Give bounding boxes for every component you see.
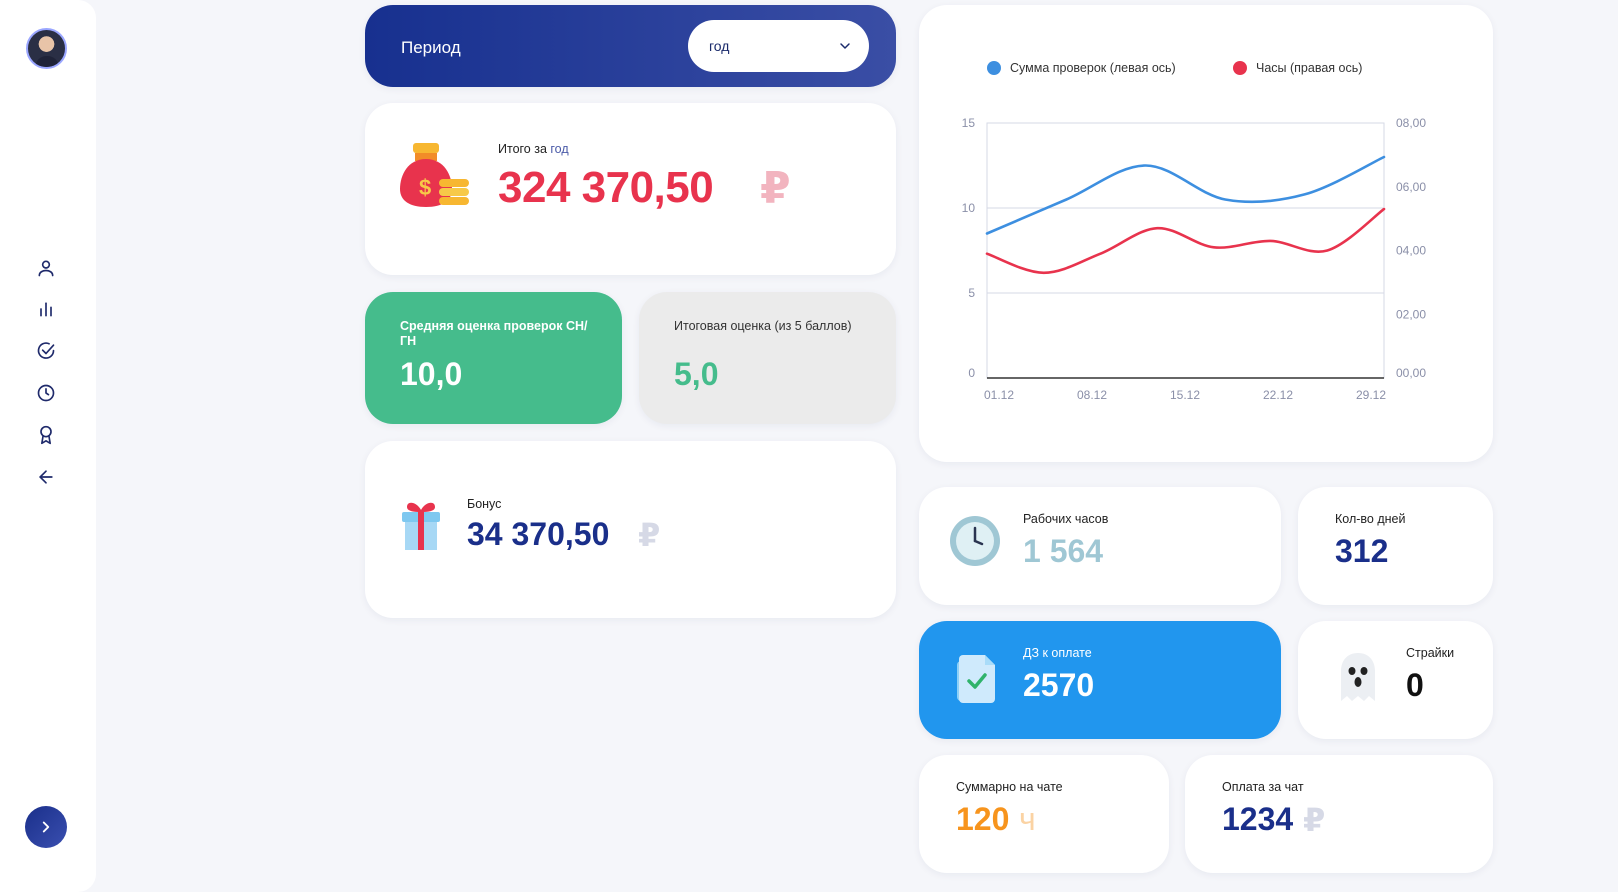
avg-score-card: Средняя оценка проверок СН/ГН 10,0 (365, 292, 622, 424)
ghost-icon (1341, 653, 1375, 701)
document-check-icon (957, 655, 995, 703)
chart-series-checks-line (985, 155, 1386, 235)
chart-right-tick-label: 02,00 (1396, 307, 1426, 321)
bonus-currency: ₽ (638, 517, 661, 553)
chart-x-tick-label: 22.12 (1263, 388, 1293, 402)
chart-series-hours-line (985, 207, 1386, 275)
chevron-down-icon (840, 43, 850, 49)
days-label: Кол-во дней (1335, 512, 1406, 526)
final-score-card: Итоговая оценка (из 5 баллов) 5,0 (639, 292, 896, 424)
total-label-period: год (550, 142, 569, 156)
chevron-right-icon (42, 821, 50, 833)
period-panel: Период год (365, 5, 896, 87)
chart-card: Сумма проверок (левая ось) Часы (правая … (919, 5, 1493, 462)
chart-x-tick-label: 29.12 (1356, 388, 1386, 402)
chat-total-unit: ч (1019, 801, 1036, 837)
chat-total-label: Суммарно на чате (956, 780, 1063, 794)
bonus-value: 34 370,50 (467, 516, 610, 552)
chat-payment-currency: ₽ (1303, 802, 1326, 838)
bonus-label: Бонус (467, 497, 502, 511)
period-select[interactable]: год (688, 20, 869, 72)
homework-payment-label: ДЗ к оплате (1023, 646, 1092, 660)
hours-card: Рабочих часов 1 564 (919, 487, 1281, 605)
strikes-card: Страйки 0 (1298, 621, 1493, 739)
chart-right-tick-label: 00,00 (1396, 366, 1426, 380)
bar-chart-icon[interactable] (34, 297, 58, 321)
award-icon[interactable] (34, 423, 58, 447)
hours-label: Рабочих часов (1023, 512, 1109, 526)
money-bag-icon: $ (400, 143, 469, 207)
sidebar (0, 0, 96, 892)
avatar[interactable] (26, 28, 67, 69)
strikes-value: 0 (1406, 667, 1424, 703)
chat-payment-label: Оплата за чат (1222, 780, 1304, 794)
strikes-label: Страйки (1406, 646, 1455, 660)
expand-sidebar-button[interactable] (25, 806, 67, 848)
chart-right-tick-label: 06,00 (1396, 180, 1426, 194)
chart-right-tick-label: 08,00 (1396, 116, 1426, 130)
total-label-prefix: Итого за (498, 142, 551, 156)
gift-icon (402, 502, 440, 550)
total-currency: ₽ (760, 164, 791, 213)
check-circle-icon[interactable] (34, 339, 58, 363)
chart-x-tick-label: 08.12 (1077, 388, 1107, 402)
clock-icon[interactable] (34, 381, 58, 405)
clock-icon (950, 516, 1000, 566)
chart-left-tick-label: 10 (962, 201, 976, 215)
chat-total-value: 120 (956, 801, 1010, 837)
avg-score-label: Средняя оценка проверок СН/ГН (400, 319, 588, 348)
homework-payment-value: 2570 (1023, 667, 1095, 703)
total-value: 324 370,50 (498, 163, 714, 212)
days-card: Кол-во дней 312 (1298, 487, 1493, 605)
total-label: Итого за год (498, 142, 569, 156)
svg-text:$: $ (419, 175, 431, 200)
chart-left-tick-label: 15 (962, 116, 976, 130)
period-label: Период (401, 38, 461, 57)
bonus-card: Бонус 34 370,50 ₽ (365, 441, 896, 618)
chart-left-tick-label: 5 (968, 286, 975, 300)
hours-value: 1 564 (1023, 533, 1104, 569)
chart-x-tick-label: 01.12 (984, 388, 1014, 402)
chart-right-tick-label: 04,00 (1396, 244, 1426, 258)
line-chart: 15 10 5 0 08,00 06,00 04,00 02,00 00,00 01.12 08.1… (962, 116, 1427, 402)
final-score-label: Итоговая оценка (из 5 баллов) (674, 319, 852, 333)
arrow-left-icon[interactable] (34, 465, 58, 489)
homework-payment-card: ДЗ к оплате 2570 (919, 621, 1281, 739)
chat-total-card: Суммарно на чате 120 ч (919, 755, 1169, 873)
period-select-value: год (709, 38, 730, 54)
chart-left-tick-label: 0 (968, 366, 975, 380)
total-card: $ Итого за год 324 370,50 ₽ (365, 103, 896, 275)
chat-payment-card: Оплата за чат 1234 ₽ (1185, 755, 1493, 873)
chart-x-tick-label: 15.12 (1170, 388, 1200, 402)
days-value: 312 (1335, 533, 1389, 569)
chat-payment-value: 1234 (1222, 801, 1294, 837)
final-score-value: 5,0 (674, 356, 719, 392)
profile-icon[interactable] (34, 256, 58, 280)
avg-score-value: 10,0 (400, 356, 463, 392)
